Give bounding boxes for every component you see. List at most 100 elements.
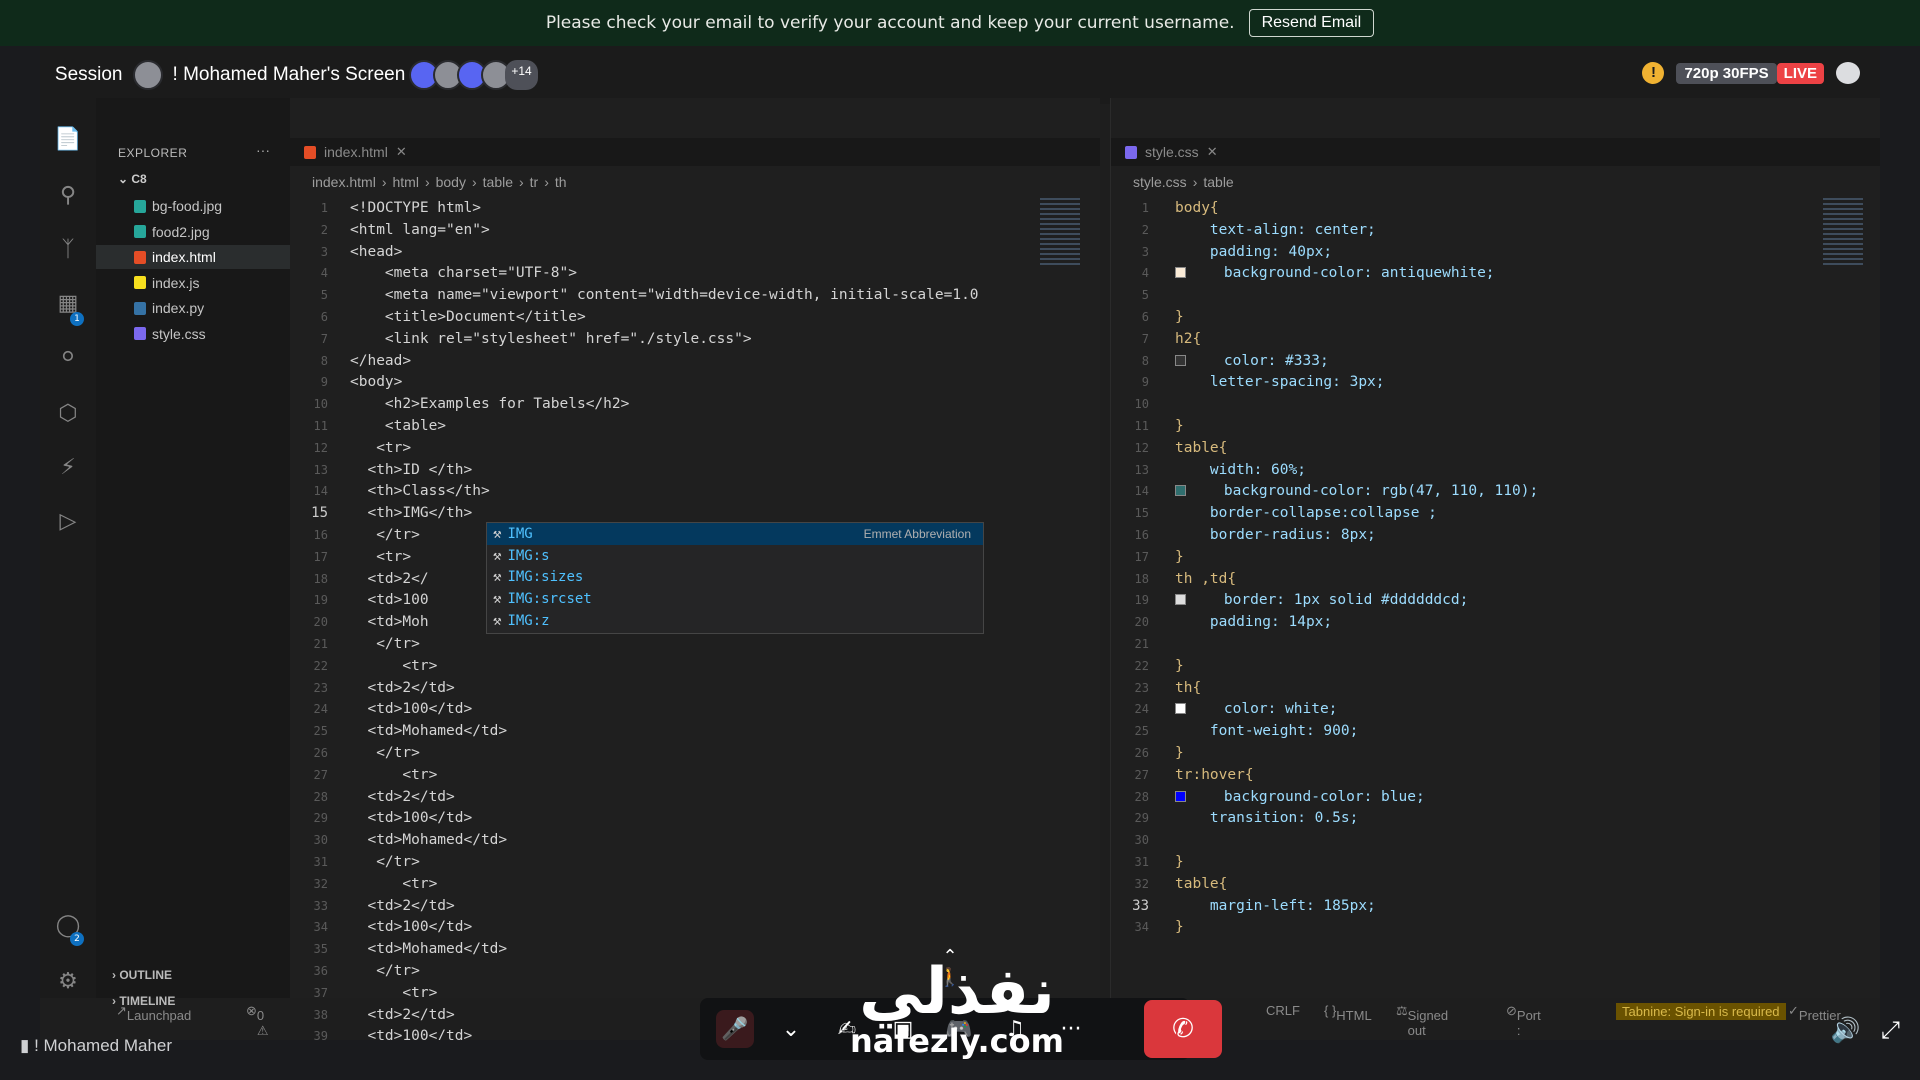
code-line[interactable]: }: [1175, 917, 1184, 939]
prettier-status[interactable]: ✓ Prettier: [1788, 1003, 1841, 1023]
warning-icon[interactable]: !: [1642, 62, 1665, 84]
code-line[interactable]: }: [1175, 852, 1184, 874]
speaker-icon[interactable]: 🔈: [40, 63, 45, 88]
code-line[interactable]: body{: [1175, 198, 1219, 220]
color-swatch[interactable]: [1175, 485, 1186, 497]
code-line[interactable]: background-color: rgb(47, 110, 110);: [1175, 481, 1538, 503]
code-line[interactable]: }: [1175, 307, 1184, 329]
code-line[interactable]: </tr>: [350, 634, 420, 656]
code-line[interactable]: <table>: [350, 416, 446, 438]
thunder-client-icon[interactable]: ⚡: [54, 454, 82, 482]
code-line[interactable]: <th>IMG</th>: [350, 503, 472, 525]
launchpad-item[interactable]: ↗ Launchpad: [116, 1003, 191, 1023]
code-line[interactable]: }: [1175, 547, 1184, 569]
outline-section[interactable]: › OUTLINE: [112, 968, 172, 982]
eol-item[interactable]: CRLF: [1266, 1003, 1300, 1018]
breadcrumb-item[interactable]: index.html: [312, 174, 376, 190]
code-line[interactable]: <th>Class</th>: [350, 481, 489, 503]
code-line[interactable]: <td>Mohamed</td>: [350, 721, 507, 743]
code-line[interactable]: <html lang="en">: [350, 220, 490, 242]
code-line[interactable]: <td>100</td>: [350, 699, 472, 721]
code-line[interactable]: </tr>: [350, 743, 420, 765]
suggestion-item[interactable]: ⚒ IMG Emmet Abbreviation: [487, 523, 983, 545]
code-line[interactable]: }: [1175, 743, 1184, 765]
code-line[interactable]: text-align: center;: [1175, 220, 1376, 242]
end-call-button[interactable]: ✆: [1144, 1000, 1222, 1058]
code-line[interactable]: <td>100</td>: [350, 1026, 472, 1040]
code-line[interactable]: font-weight: 900;: [1175, 721, 1358, 743]
code-line[interactable]: padding: 40px;: [1175, 242, 1332, 264]
close-tab-icon[interactable]: ✕: [396, 144, 407, 160]
color-swatch[interactable]: [1175, 594, 1186, 606]
code-line[interactable]: <tr>: [350, 438, 411, 460]
volume-icon[interactable]: 🔊: [1831, 1016, 1861, 1044]
language-mode[interactable]: { } HTML: [1324, 1003, 1372, 1023]
file-item[interactable]: food2.jpg: [96, 220, 290, 244]
suggestion-item[interactable]: ⚒ IMG:sizes: [487, 567, 983, 589]
code-line[interactable]: margin-left: 185px;: [1175, 896, 1376, 918]
code-line[interactable]: border-collapse:collapse ;: [1175, 503, 1437, 525]
code-line[interactable]: <td>2</td>: [350, 678, 454, 700]
code-line[interactable]: <td>100: [350, 590, 428, 612]
code-line[interactable]: <meta charset="UTF-8">: [350, 263, 577, 285]
code-line[interactable]: </tr>: [350, 961, 420, 983]
code-line[interactable]: padding: 14px;: [1175, 612, 1332, 634]
file-item[interactable]: index.html: [96, 245, 290, 269]
code-line[interactable]: <td>2</td>: [350, 787, 454, 809]
code-line[interactable]: }: [1175, 416, 1184, 438]
code-line[interactable]: <h2>Examples for Tabels</h2>: [350, 394, 629, 416]
code-line[interactable]: h2{: [1175, 329, 1201, 351]
code-line[interactable]: <th>ID </th>: [350, 460, 472, 482]
code-line[interactable]: letter-spacing: 3px;: [1175, 372, 1385, 394]
breadcrumb-item[interactable]: table: [483, 174, 513, 190]
code-line[interactable]: width: 60%;: [1175, 460, 1306, 482]
color-swatch[interactable]: [1175, 354, 1186, 366]
source-control-icon[interactable]: ᛉ: [54, 236, 82, 264]
fullscreen-exit-icon[interactable]: ⤢: [1881, 1016, 1900, 1044]
viewer-avatars[interactable]: +14: [409, 60, 538, 90]
problems-item[interactable]: ⊗ 0 ⚠ 0: [246, 1003, 269, 1040]
minimap[interactable]: [1040, 198, 1080, 268]
file-item[interactable]: index.js: [96, 271, 290, 295]
chat-icon[interactable]: [1836, 62, 1860, 84]
code-line[interactable]: background-color: blue;: [1175, 787, 1425, 809]
viewer-count[interactable]: +14: [505, 60, 538, 90]
code-line[interactable]: color: #333;: [1175, 351, 1329, 373]
code-line[interactable]: <body>: [350, 372, 402, 394]
remote-explorer-icon[interactable]: ⬡: [54, 400, 82, 428]
code-line[interactable]: table{: [1175, 438, 1227, 460]
code-line[interactable]: <meta name="viewport" content="width=dev…: [350, 285, 979, 307]
code-line[interactable]: </tr>: [350, 852, 420, 874]
code-line[interactable]: border: 1px solid #ddddddcd;: [1175, 590, 1468, 612]
code-line[interactable]: <link rel="stylesheet" href="./style.css…: [350, 329, 752, 351]
color-swatch[interactable]: [1175, 267, 1186, 279]
code-line[interactable]: <td>2</: [350, 569, 428, 591]
breadcrumb-item[interactable]: tr: [530, 174, 539, 190]
color-swatch[interactable]: [1175, 790, 1186, 802]
code-line[interactable]: <td>2</td>: [350, 896, 454, 918]
code-line[interactable]: table{: [1175, 874, 1227, 896]
suggestion-item[interactable]: ⚒ IMG:s: [487, 545, 983, 567]
code-line[interactable]: <head>: [350, 242, 402, 264]
resend-email-button[interactable]: Resend Email: [1248, 9, 1375, 37]
run-debug-icon[interactable]: ▷: [54, 508, 82, 536]
code-line[interactable]: border-radius: 8px;: [1175, 525, 1376, 547]
code-line[interactable]: <!DOCTYPE html>: [350, 198, 481, 220]
code-line[interactable]: <tr>: [350, 874, 437, 896]
code-line[interactable]: background-color: antiquewhite;: [1175, 263, 1495, 285]
suggestion-item[interactable]: ⚒ IMG:srcset: [487, 588, 983, 610]
tabnine-status[interactable]: Tabnine: Sign-in is required: [1616, 1003, 1786, 1020]
tab-index-html[interactable]: index.html ✕: [290, 138, 421, 166]
breadcrumb-item[interactable]: table: [1203, 174, 1233, 190]
live-server-port[interactable]: ⊘ Port : 5500: [1506, 1003, 1546, 1040]
code-line[interactable]: <tr>: [350, 656, 437, 678]
mic-options-chevron-icon[interactable]: ⌄: [772, 1010, 810, 1048]
file-item[interactable]: style.css: [96, 322, 290, 346]
streamer-avatar[interactable]: [132, 60, 163, 90]
code-line[interactable]: </head>: [350, 351, 411, 373]
code-line[interactable]: color: white;: [1175, 699, 1337, 721]
more-actions-icon[interactable]: ···: [256, 142, 270, 158]
files-icon[interactable]: 📄: [54, 126, 82, 154]
code-line[interactable]: }: [1175, 656, 1184, 678]
breadcrumb-item[interactable]: body: [436, 174, 466, 190]
